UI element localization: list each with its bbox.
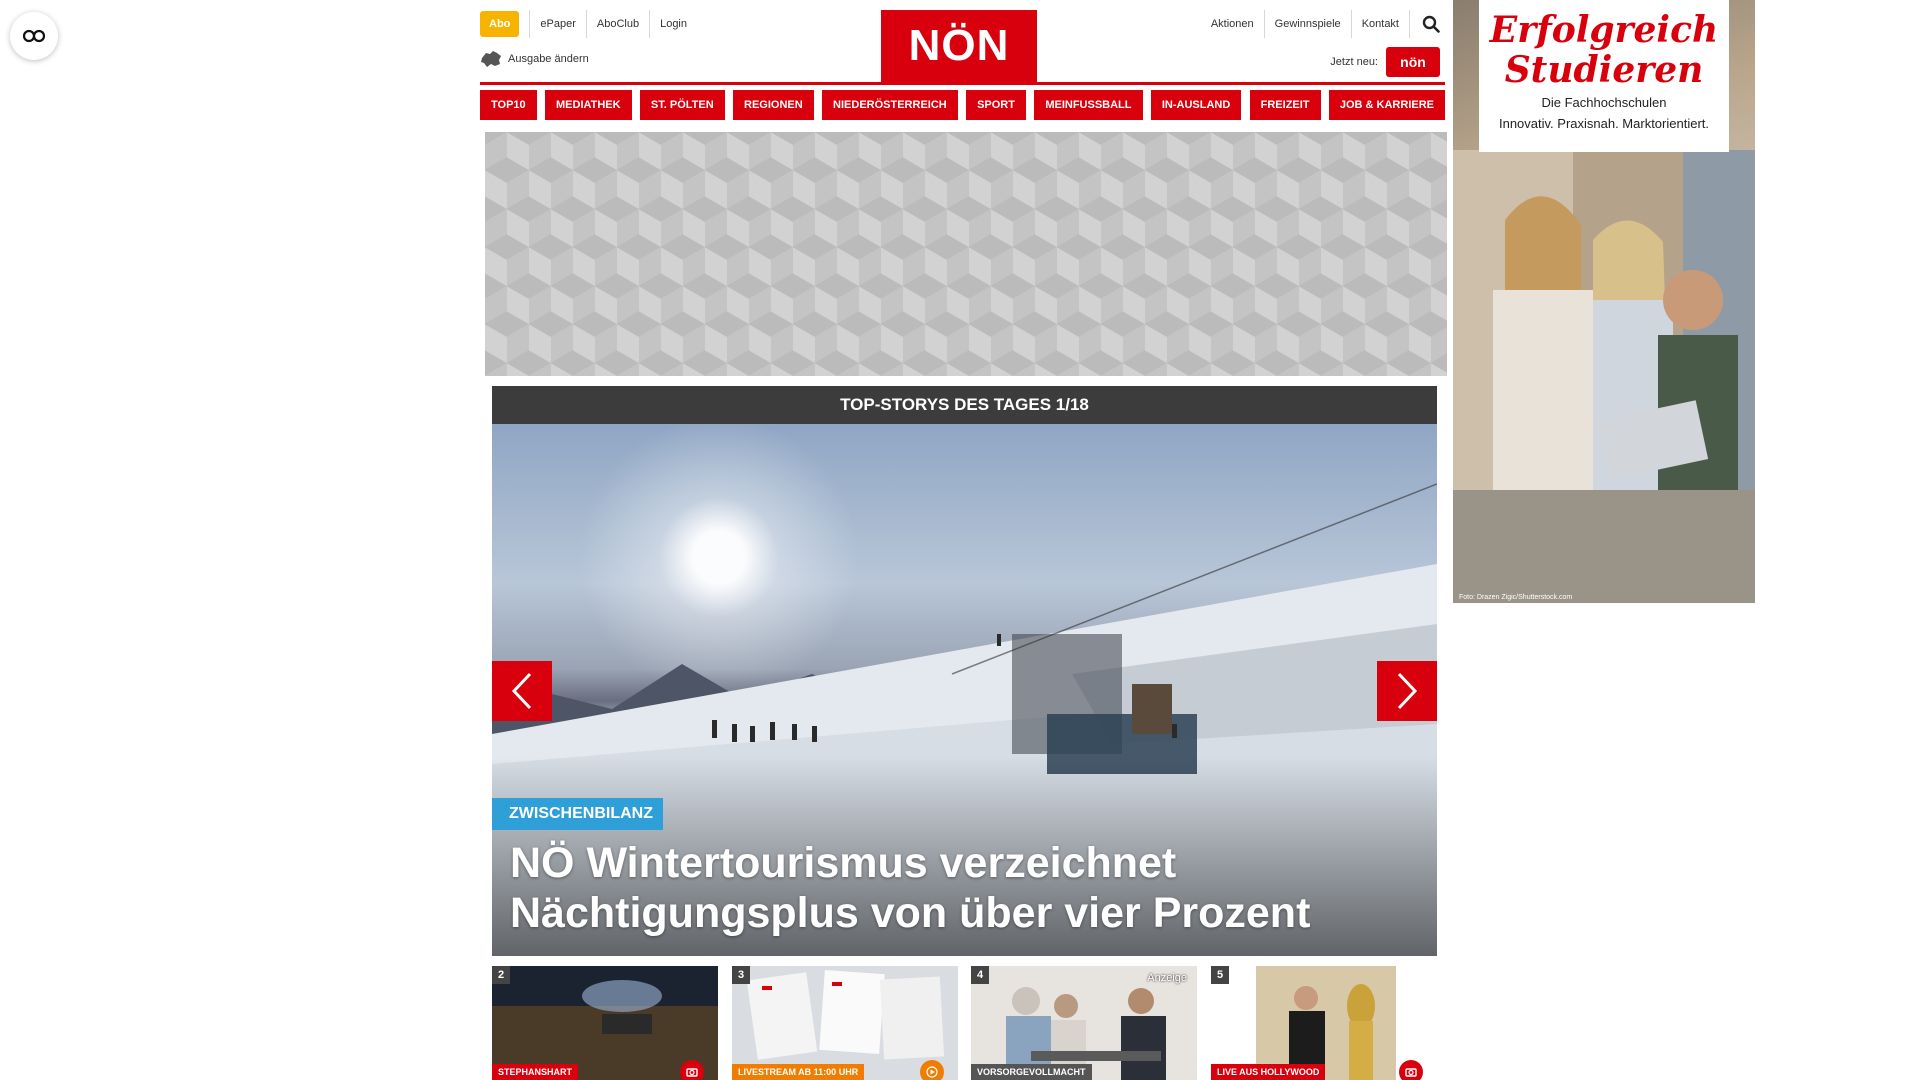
epaper-link[interactable]: ePaper [529, 10, 585, 38]
chevron-right-icon [1397, 672, 1418, 710]
story-teasers: 2 STEPHANSHART 3 LIVESTREAM AB 11:00 UHR… [492, 966, 1437, 1080]
slider-prev-button[interactable] [492, 661, 552, 721]
nav-item-regionen[interactable]: REGIONEN [733, 90, 814, 120]
edition-switcher[interactable]: Ausgabe ändern [480, 50, 589, 68]
edition-label: Ausgabe ändern [508, 53, 589, 65]
noen-logo[interactable]: NÖN [881, 10, 1037, 82]
top-links-left: Abo ePaper AboClub Login [480, 10, 697, 38]
lower-austria-map-icon [481, 51, 501, 67]
teaser-label: VORSORGEVOLLMACHT [971, 1064, 1092, 1080]
teaser-label: LIVESTREAM AB 11:00 UHR [732, 1064, 865, 1080]
teaser-card[interactable]: 5 LIVE AUS HOLLYWOOD [1211, 966, 1437, 1080]
top-stories-heading: TOP-STORYS DES TAGES 1/18 [492, 386, 1437, 424]
teaser-card[interactable]: 3 LIVESTREAM AB 11:00 UHR [732, 966, 958, 1080]
glasses-icon [22, 29, 46, 43]
chevron-left-icon [511, 672, 532, 710]
gewinnspiele-link[interactable]: Gewinnspiele [1265, 10, 1352, 38]
nav-item-sport[interactable]: SPORT [966, 90, 1026, 120]
aboclub-link[interactable]: AboClub [585, 10, 649, 38]
reader-mode-button[interactable] [10, 12, 58, 60]
abo-button[interactable]: Abo [480, 11, 520, 37]
nav-item-job-karriere[interactable]: JOB & KARRIERE [1328, 90, 1445, 120]
main-navigation: TOP10 MEDIATHEK ST. PÖLTEN REGIONEN NIED… [480, 90, 1445, 120]
teaser-label: LIVE AUS HOLLYWOOD [1211, 1064, 1326, 1080]
ad-subtitle-2: Innovativ. Praxisnah. Marktorientiert. [1498, 116, 1709, 131]
hero-story[interactable]: ZWISCHENBILANZ NÖ Wintertourismus verzei… [492, 424, 1437, 956]
nav-item-niederoesterreich[interactable]: NIEDERÖSTERREICH [822, 90, 958, 120]
ad-image [1453, 150, 1755, 603]
slider-next-button[interactable] [1377, 661, 1437, 721]
login-link[interactable]: Login [649, 10, 697, 38]
kontakt-link[interactable]: Kontakt [1352, 10, 1410, 38]
camera-icon [1399, 1060, 1423, 1080]
teaser-number: 3 [732, 966, 750, 984]
ad-headline-box: Erfolgreich Studieren Die Fachhochschule… [1479, 0, 1729, 152]
nav-item-in-ausland[interactable]: IN-AUSLAND [1150, 90, 1242, 120]
search-icon[interactable] [1422, 15, 1440, 33]
teaser-number: 5 [1211, 966, 1229, 984]
camera-icon [680, 1060, 704, 1080]
header-divider [480, 82, 1445, 85]
ad-label: Anzeige [1147, 972, 1187, 984]
teaser-card[interactable]: 2 STEPHANSHART [492, 966, 718, 1080]
nav-item-mediathek[interactable]: MEDIATHEK [545, 90, 632, 120]
ad-title: Erfolgreich Studieren [1489, 9, 1719, 91]
right-skyscraper-ad[interactable]: Erfolgreich Studieren Die Fachhochschule… [1453, 0, 1755, 603]
nav-item-meinfussball[interactable]: MEINFUSSBALL [1034, 90, 1143, 120]
hero-headline[interactable]: NÖ Wintertourismus verzeichnet Nächtigun… [510, 838, 1410, 938]
aktionen-link[interactable]: Aktionen [1201, 10, 1265, 38]
jetzt-neu-badge[interactable]: nön [1386, 47, 1440, 77]
teaser-number: 4 [971, 966, 989, 984]
nav-item-st-poelten[interactable]: ST. PÖLTEN [639, 90, 725, 120]
teaser-label: STEPHANSHART [492, 1064, 579, 1080]
teaser-number: 2 [492, 966, 510, 984]
site-header: Abo ePaper AboClub Login Ausgabe ändern … [480, 0, 1440, 88]
jetzt-neu: Jetzt neu: nön [1330, 47, 1440, 77]
play-icon [920, 1060, 944, 1080]
teaser-card[interactable]: 4 Anzeige VORSORGEVOLLMACHT [971, 966, 1197, 1080]
ad-banner-placeholder[interactable] [485, 132, 1447, 376]
ad-photo-credit: Foto: Drazen Zigic/Shutterstock.com [1459, 594, 1573, 601]
top-links-right: Aktionen Gewinnspiele Kontakt [1201, 10, 1440, 38]
nav-item-freizeit[interactable]: FREIZEIT [1249, 90, 1321, 120]
nav-item-top10[interactable]: TOP10 [480, 90, 537, 120]
hero-category-tag[interactable]: ZWISCHENBILANZ [492, 798, 663, 830]
jetzt-label: Jetzt neu: [1330, 56, 1378, 68]
ad-subtitle-1: Die Fachhochschulen [1541, 95, 1667, 110]
